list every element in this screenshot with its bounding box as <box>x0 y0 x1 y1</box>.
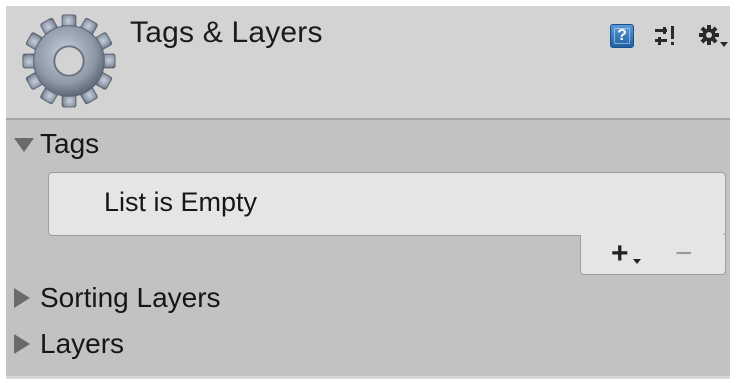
inspector-content: Tags List is Empty + − Sorting Layers La… <box>6 120 730 376</box>
panel-bottom-edge <box>6 376 730 379</box>
collapsed-arrow-icon <box>14 288 30 308</box>
header-toolbar: ? <box>610 24 728 48</box>
remove-tag-button[interactable]: − <box>675 239 693 269</box>
list-empty-text: List is Empty <box>104 187 258 217</box>
add-tag-button[interactable]: + <box>611 239 629 269</box>
settings-gear-menu-icon[interactable] <box>698 24 728 48</box>
foldout-sorting-layers-label: Sorting Layers <box>40 282 221 313</box>
gear-icon <box>22 14 116 108</box>
foldout-tags-label: Tags <box>40 128 100 159</box>
expanded-arrow-icon <box>14 138 34 152</box>
page-title: Tags & Layers <box>130 16 323 49</box>
help-book-icon[interactable]: ? <box>610 24 634 48</box>
add-dropdown-caret-icon <box>633 259 641 264</box>
presets-sliders-icon[interactable] <box>654 24 678 48</box>
tags-list: List is Empty <box>48 172 726 236</box>
help-glyph: ? <box>617 27 627 44</box>
foldout-sorting-layers[interactable]: Sorting Layers <box>14 282 221 314</box>
collapsed-arrow-icon <box>14 334 30 354</box>
tags-list-footer: + − <box>580 235 726 275</box>
foldout-layers-label: Layers <box>40 328 125 359</box>
foldout-layers[interactable]: Layers <box>14 328 124 360</box>
foldout-tags[interactable]: Tags <box>14 128 99 160</box>
inspector-header: Tags & Layers ? <box>6 6 730 118</box>
